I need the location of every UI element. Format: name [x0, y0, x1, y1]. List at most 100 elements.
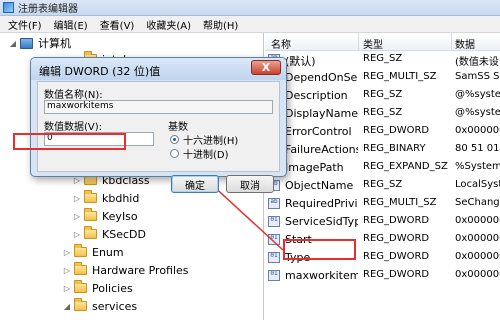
value-data: %SystemR — [455, 161, 500, 172]
value-type: REG_MULTI_SZ — [363, 197, 437, 208]
menu-file[interactable]: 文件(F) — [2, 17, 48, 32]
expand-arrow-icon[interactable]: ▷ — [72, 194, 82, 203]
value-type: REG_DWORD — [363, 125, 430, 136]
string-value-icon: ab — [268, 198, 280, 209]
tree-item-ksecdd[interactable]: ▷ KSecDD — [72, 226, 146, 242]
column-divider[interactable] — [358, 33, 359, 51]
ok-button[interactable]: 确定 — [171, 175, 219, 193]
value-data: 0x000000 — [455, 233, 500, 244]
value-row[interactable]: ab ObjectName REG_SZ LocalSyste — [265, 177, 500, 195]
value-name: RequiredPrivile... — [285, 197, 358, 210]
value-data: SeChangeM — [455, 197, 500, 208]
value-data: @%system — [455, 89, 500, 100]
binary-value-icon: 01 — [268, 234, 280, 245]
cancel-button[interactable]: 取消 — [226, 175, 274, 193]
value-type: REG_BINARY — [363, 143, 426, 154]
tree-item-hardware-profiles[interactable]: ▷ Hardware Profiles — [62, 262, 189, 278]
tree-item-keyiso[interactable]: ▷ KeyIso — [72, 208, 138, 224]
tree-item-label: Hardware Profiles — [92, 263, 189, 277]
value-data: SamSS Srv — [455, 71, 500, 82]
collapse-arrow-icon[interactable]: ◢ — [62, 302, 72, 311]
value-type: REG_SZ — [363, 89, 403, 100]
value-name: ObjectName — [285, 179, 354, 192]
folder-icon — [74, 280, 87, 293]
expand-arrow-icon[interactable]: ▷ — [62, 284, 72, 293]
tree-item-label: 计算机 — [38, 37, 71, 50]
menu-help[interactable]: 帮助(H) — [197, 17, 244, 32]
hex-radio[interactable]: 十六进制(H) — [170, 132, 238, 147]
tree-item-kbdhid[interactable]: ▷ kbdhid — [72, 190, 139, 206]
value-data-label: 数值数据(V): — [44, 122, 103, 133]
tree-item-label: services — [92, 299, 138, 313]
value-data: 0x000000 — [455, 215, 500, 226]
tree-item-policies[interactable]: ▷ Policies — [62, 280, 133, 296]
column-type[interactable]: 类型 — [363, 36, 383, 51]
dialog-title-bar[interactable]: 编辑 DWORD (32 位)值 X — [31, 58, 286, 80]
value-data: 0x000000 — [455, 269, 500, 280]
close-button[interactable]: X — [251, 60, 281, 75]
menu-view[interactable]: 查看(V) — [94, 17, 141, 32]
value-data: 0x000000 — [455, 251, 500, 262]
value-row-selected[interactable]: 01 maxworkitems REG_DWORD 0x000000 — [265, 267, 500, 285]
value-row[interactable]: ab DisplayName REG_SZ @%system — [265, 105, 500, 123]
value-row[interactable]: ab DependOnSer... REG_MULTI_SZ SamSS Srv — [265, 69, 500, 87]
tree-item-enum[interactable]: ▷ Enum — [62, 244, 124, 260]
collapse-arrow-icon[interactable]: ◢ — [8, 39, 18, 48]
window-title: 注册表编辑器 — [18, 4, 78, 15]
folder-icon — [84, 226, 97, 239]
folder-open-icon — [74, 298, 87, 311]
folder-icon — [84, 190, 97, 203]
value-row[interactable]: ab (默认) REG_SZ (数值未设 — [265, 51, 500, 69]
tree-item-computer[interactable]: ◢ 计算机 — [8, 35, 71, 51]
value-data: LocalSyste — [455, 179, 500, 190]
value-name: Description — [285, 89, 348, 102]
value-row[interactable]: ab ImagePath REG_EXPAND_SZ %SystemR — [265, 159, 500, 177]
dec-label: 十进制(D) — [183, 150, 229, 161]
computer-icon — [20, 37, 33, 49]
regedit-icon — [3, 2, 14, 13]
base-group: 基数 十六进制(H) 十进制(D) — [168, 88, 273, 161]
value-input-highlight — [13, 133, 126, 150]
expand-arrow-icon[interactable]: ▷ — [62, 248, 72, 257]
dec-radio[interactable]: 十进制(D) — [170, 146, 229, 161]
value-row[interactable]: 01 FailureActions REG_BINARY 80 51 01 0 — [265, 141, 500, 159]
value-row[interactable]: 01 ServiceSidType REG_DWORD 0x000000 — [265, 213, 500, 231]
menu-edit[interactable]: 编辑(E) — [48, 17, 94, 32]
expand-arrow-icon[interactable]: ▷ — [72, 230, 82, 239]
expand-arrow-icon[interactable]: ▷ — [62, 266, 72, 275]
value-name: ServiceSidType — [285, 215, 358, 228]
value-data: 0x000000 — [455, 125, 500, 136]
value-name: (默认) — [285, 55, 316, 68]
dialog-body: 数值名称(N): maxworkitems 数值数据(V): 0 基数 十六进制… — [37, 81, 280, 193]
value-type: REG_MULTI_SZ — [363, 71, 437, 82]
values-list[interactable]: 名称 类型 数据 ab (默认) REG_SZ (数值未设 ab DependO… — [265, 33, 500, 320]
hex-label: 十六进制(H) — [183, 136, 239, 147]
folder-icon — [74, 262, 87, 275]
tree-item-label: Enum — [92, 245, 124, 259]
expand-arrow-icon[interactable]: ▷ — [72, 212, 82, 221]
value-name: DependOnSer... — [285, 71, 358, 84]
menu-favorites[interactable]: 收藏夹(A) — [140, 17, 197, 32]
tree-item-label: kbdhid — [102, 191, 140, 205]
tree-item-services[interactable]: ◢ services — [62, 298, 137, 314]
binary-value-icon: 01 — [268, 252, 280, 263]
value-name: FailureActions — [285, 143, 358, 156]
value-type: REG_DWORD — [363, 251, 430, 262]
column-data[interactable]: 数据 — [455, 36, 475, 51]
value-row[interactable]: 01 ErrorControl REG_DWORD 0x000000 — [265, 123, 500, 141]
binary-value-icon: 01 — [268, 270, 280, 281]
tree-item-label: KeyIso — [102, 209, 138, 223]
value-name: ImagePath — [285, 161, 344, 174]
value-name: maxworkitems — [285, 269, 358, 282]
value-type: REG_DWORD — [363, 233, 430, 244]
value-name: DisplayName — [285, 107, 358, 120]
value-data: @%system — [455, 107, 500, 118]
value-row[interactable]: ab Description REG_SZ @%system — [265, 87, 500, 105]
value-type: REG_DWORD — [363, 269, 430, 280]
value-row[interactable]: ab RequiredPrivile... REG_MULTI_SZ SeCha… — [265, 195, 500, 213]
value-type: REG_SZ — [363, 179, 403, 190]
tree-item-label: Policies — [92, 281, 133, 295]
list-header: 名称 类型 数据 — [265, 33, 500, 51]
column-name[interactable]: 名称 — [271, 36, 291, 51]
column-divider[interactable] — [451, 33, 452, 51]
